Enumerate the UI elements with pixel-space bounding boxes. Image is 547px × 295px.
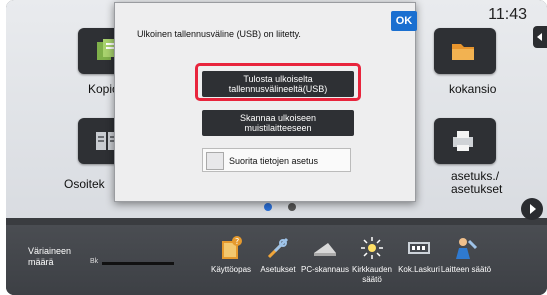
folder-tile-label: kokansio [449,82,497,96]
svg-text:?: ? [235,237,239,246]
side-panel-toggle[interactable] [533,26,547,48]
settings-tile-label: asetuks./ asetukset [451,169,503,196]
toner-level-label: Väriaineen määrä [28,246,72,267]
dock-item-device-adjust[interactable]: Laitteen säätö [434,231,498,289]
page-indicator-active[interactable] [264,203,272,211]
dock-item-device-adjust-label: Laitteen säätö [440,265,492,274]
toner-level-meter: Bk [88,257,174,271]
scan-to-usb-button[interactable]: Skannaa ulkoiseen muistilaitteeseen [202,110,354,136]
device-adjust-icon [456,238,478,259]
chevron-right-icon [530,204,536,214]
next-page-button[interactable] [521,198,543,220]
data-settings-option[interactable]: Suorita tietojen asetus [202,148,351,172]
address-book-tile-label: Osoitek [64,177,105,191]
page-indicator-inactive[interactable] [288,203,296,211]
ok-button[interactable]: OK [391,11,417,31]
counter-icon [408,242,430,254]
dialog-message: Ulkoinen tallennusväline (USB) on liitet… [137,29,301,39]
toner-black-label: Bk [90,258,99,265]
folder-icon [452,44,474,60]
data-settings-checkbox[interactable] [206,152,224,170]
pc-scan-icon [314,243,336,256]
settings-tile[interactable] [434,118,496,164]
tools-icon [267,237,289,259]
brightness-icon [361,237,383,259]
manual-icon: ? [222,236,242,259]
data-settings-label: Suorita tietojen asetus [229,156,319,166]
usb-connected-dialog: Ulkoinen tallennusväline (USB) on liitet… [114,2,417,202]
folder-tile[interactable] [434,28,496,74]
printer-settings-icon [453,131,473,151]
clock: 11:43 [488,6,527,23]
toner-black-bar [102,262,174,265]
print-from-usb-button[interactable]: Tulosta ulkoiselta tallennusvälineeltä(U… [202,71,354,97]
